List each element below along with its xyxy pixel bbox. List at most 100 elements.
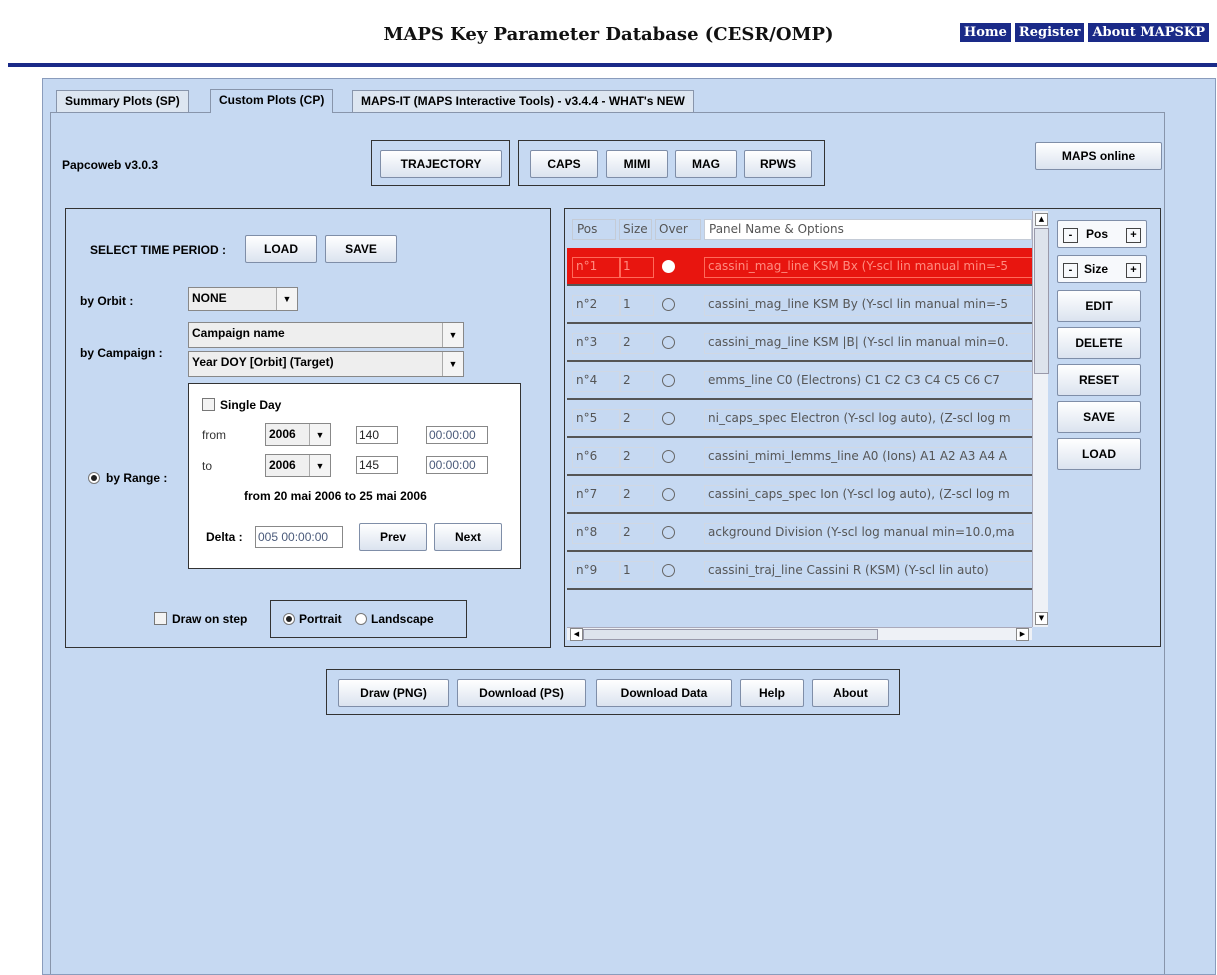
table-row[interactable]: n°9 1 cassini_traj_line Cassini R (KSM) (Y… xyxy=(567,552,1035,590)
campaign-format-value: Year DOY [Orbit] (Target) xyxy=(192,355,334,369)
scroll-right-icon[interactable]: ▶ xyxy=(1016,628,1029,641)
download-data-button[interactable]: Download Data xyxy=(596,679,732,707)
header-over[interactable]: Over xyxy=(655,219,701,240)
to-doy-field[interactable]: 145 xyxy=(356,456,398,474)
from-doy-field[interactable]: 140 xyxy=(356,426,398,444)
table-row[interactable]: n°5 2 ni_caps_spec Electron (Y-scl log aut… xyxy=(567,400,1035,438)
table-row[interactable]: n°6 2 cassini_mimi_lemms_line A0 (Ions) A1… xyxy=(567,438,1035,476)
maps-online-button[interactable]: MAPS online xyxy=(1035,142,1162,170)
to-year-select[interactable]: 2006 ▼ xyxy=(265,454,331,477)
table-row[interactable]: n°2 1 cassini_mag_line KSM By (Y-scl lin m… xyxy=(567,286,1035,324)
reset-button[interactable]: RESET xyxy=(1057,364,1141,396)
scroll-up-icon[interactable]: ▲ xyxy=(1035,213,1048,226)
header-pos[interactable]: Pos xyxy=(572,219,616,240)
home-link[interactable]: Home xyxy=(959,23,1011,42)
row-overplot-radio[interactable] xyxy=(662,260,675,273)
row-pos: n°4 xyxy=(572,371,621,392)
row-overplot-radio[interactable] xyxy=(662,488,675,501)
row-pos: n°7 xyxy=(572,485,621,506)
row-size: 2 xyxy=(619,523,654,544)
row-overplot-radio[interactable] xyxy=(662,526,675,539)
next-button[interactable]: Next xyxy=(434,523,502,551)
row-size: 2 xyxy=(619,333,654,354)
orbit-select[interactable]: NONE ▼ xyxy=(188,287,298,311)
table-row[interactable]: n°3 2 cassini_mag_line KSM |B| (Y-scl lin … xyxy=(567,324,1035,362)
from-year-select[interactable]: 2006 ▼ xyxy=(265,423,331,446)
draw-png-button[interactable]: Draw (PNG) xyxy=(338,679,449,707)
landscape-label: Landscape xyxy=(371,612,434,626)
about-button[interactable]: About xyxy=(812,679,889,707)
row-overplot-radio[interactable] xyxy=(662,374,675,387)
tab-maps-it[interactable]: MAPS-IT (MAPS Interactive Tools) - v3.4.… xyxy=(352,90,694,112)
row-overplot-radio[interactable] xyxy=(662,336,675,349)
table-row[interactable]: n°7 2 cassini_caps_spec Ion (Y-scl log aut… xyxy=(567,476,1035,514)
row-pos: n°9 xyxy=(572,561,621,582)
pos-control: - Pos + xyxy=(1057,220,1147,248)
campaign-select[interactable]: Campaign name ▼ xyxy=(188,322,464,348)
about-mapskp-link[interactable]: About MAPSKP xyxy=(1088,23,1209,42)
row-overplot-radio[interactable] xyxy=(662,412,675,425)
table-row[interactable]: n°1 1 cassini_mag_line KSM Bx (Y-scl lin m… xyxy=(567,248,1035,286)
chevron-down-icon[interactable]: ▼ xyxy=(276,288,297,310)
help-button[interactable]: Help xyxy=(740,679,804,707)
row-pos: n°1 xyxy=(572,257,621,278)
vertical-scrollbar[interactable]: ▲ ▼ xyxy=(1032,211,1049,627)
landscape-radio[interactable] xyxy=(355,613,367,625)
delta-field[interactable]: 005 00:00:00 xyxy=(255,526,343,548)
row-overplot-radio[interactable] xyxy=(662,450,675,463)
draw-on-step-checkbox[interactable] xyxy=(154,612,167,625)
scroll-left-icon[interactable]: ◀ xyxy=(570,628,583,641)
row-pos: n°2 xyxy=(572,295,621,316)
panel-save-button[interactable]: SAVE xyxy=(1057,401,1141,433)
row-panel-name: cassini_traj_line Cassini R (KSM) (Y-scl… xyxy=(704,561,1035,582)
portrait-radio[interactable] xyxy=(283,613,295,625)
pos-minus-button[interactable]: - xyxy=(1063,228,1078,243)
download-ps-button[interactable]: Download (PS) xyxy=(457,679,586,707)
trajectory-button[interactable]: TRAJECTORY xyxy=(380,150,502,178)
row-panel-name: cassini_mimi_lemms_line A0 (Ions) A1 A2 … xyxy=(704,447,1035,468)
table-row[interactable]: n°8 2 ackground Division (Y-scl log manual… xyxy=(567,514,1035,552)
register-link[interactable]: Register xyxy=(1014,23,1085,42)
by-campaign-label: by Campaign : xyxy=(80,346,163,360)
row-overplot-radio[interactable] xyxy=(662,298,675,311)
table-row[interactable]: n°4 2 emms_line C0 (Electrons) C1 C2 C3 C4… xyxy=(567,362,1035,400)
time-load-button[interactable]: LOAD xyxy=(245,235,317,263)
row-panel-name: ni_caps_spec Electron (Y-scl log auto), … xyxy=(704,409,1035,430)
campaign-format-select[interactable]: Year DOY [Orbit] (Target) ▼ xyxy=(188,351,464,377)
mag-button[interactable]: MAG xyxy=(675,150,737,178)
h-scroll-thumb[interactable] xyxy=(583,629,878,640)
row-panel-name: cassini_mag_line KSM |B| (Y-scl lin manu… xyxy=(704,333,1035,354)
draw-on-step-label: Draw on step xyxy=(172,612,248,626)
header-panel-name[interactable]: Panel Name & Options xyxy=(704,219,1032,240)
tab-custom-plots[interactable]: Custom Plots (CP) xyxy=(210,89,334,113)
row-pos: n°6 xyxy=(572,447,621,468)
to-time-field[interactable]: 00:00:00 xyxy=(426,456,488,474)
panel-load-button[interactable]: LOAD xyxy=(1057,438,1141,470)
row-size: 2 xyxy=(619,447,654,468)
time-save-button[interactable]: SAVE xyxy=(325,235,397,263)
header-size[interactable]: Size xyxy=(619,219,652,240)
pos-plus-button[interactable]: + xyxy=(1126,228,1141,243)
by-range-radio[interactable] xyxy=(88,472,100,484)
from-time-field[interactable]: 00:00:00 xyxy=(426,426,488,444)
size-minus-button[interactable]: - xyxy=(1063,263,1078,278)
tab-summary-plots[interactable]: Summary Plots (SP) xyxy=(56,90,189,112)
row-overplot-radio[interactable] xyxy=(662,564,675,577)
delete-button[interactable]: DELETE xyxy=(1057,327,1141,359)
prev-button[interactable]: Prev xyxy=(359,523,427,551)
row-size: 1 xyxy=(619,257,654,278)
row-size: 2 xyxy=(619,409,654,430)
scroll-thumb[interactable] xyxy=(1034,228,1049,374)
chevron-down-icon[interactable]: ▼ xyxy=(442,323,463,347)
caps-button[interactable]: CAPS xyxy=(530,150,598,178)
rpws-button[interactable]: RPWS xyxy=(744,150,812,178)
scroll-down-icon[interactable]: ▼ xyxy=(1035,612,1048,625)
chevron-down-icon[interactable]: ▼ xyxy=(309,424,330,445)
horizontal-scrollbar[interactable]: ◀ ▶ xyxy=(567,627,1032,641)
edit-button[interactable]: EDIT xyxy=(1057,290,1141,322)
mimi-button[interactable]: MIMI xyxy=(606,150,668,178)
size-plus-button[interactable]: + xyxy=(1126,263,1141,278)
chevron-down-icon[interactable]: ▼ xyxy=(442,352,463,376)
chevron-down-icon[interactable]: ▼ xyxy=(309,455,330,476)
single-day-checkbox[interactable] xyxy=(202,398,215,411)
